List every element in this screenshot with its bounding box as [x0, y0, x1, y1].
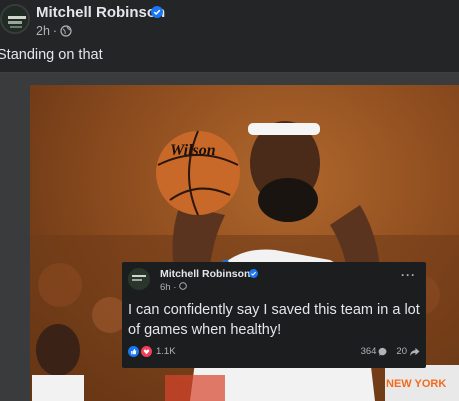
quoted-author-avatar[interactable] [128, 268, 150, 290]
meta-separator: · [173, 282, 177, 293]
post-time[interactable]: 2h [36, 24, 50, 38]
shares-stat[interactable]: 20 [396, 346, 420, 357]
engagement-stats: 364 20 [361, 346, 420, 357]
jersey-text: NEW YORK [386, 378, 446, 390]
quoted-post-time[interactable]: 6h [160, 282, 171, 293]
more-options-button[interactable]: ··· [401, 268, 416, 282]
love-reaction-icon [141, 346, 152, 357]
comments-stat[interactable]: 364 [361, 346, 389, 357]
verified-badge-icon [249, 269, 258, 278]
quoted-post-card[interactable]: Mitchell Robinson 6h · ··· I can confide… [122, 262, 426, 368]
like-reaction-icon [128, 346, 139, 357]
comment-icon [379, 347, 387, 356]
post-header: Mitchell Robinson 2h · [0, 0, 459, 42]
post-caption: Standing on that [0, 47, 103, 63]
quoted-post-meta: 6h · [160, 282, 187, 293]
reaction-count: 1.1K [156, 346, 176, 357]
quoted-post-text: I can confidently say I saved this team … [128, 302, 420, 338]
post-meta: 2h · [36, 24, 72, 38]
ball-brand-text: Wilson [170, 142, 216, 159]
author-avatar[interactable] [0, 4, 30, 34]
verified-badge-icon [151, 6, 163, 18]
share-count: 20 [396, 346, 407, 357]
public-globe-icon[interactable] [60, 25, 72, 37]
public-globe-icon[interactable] [179, 282, 187, 293]
meta-separator: · [52, 24, 58, 38]
comment-count: 364 [360, 346, 377, 357]
reactions-summary[interactable]: 1.1K [128, 346, 176, 357]
share-icon [409, 347, 420, 356]
quoted-author-name[interactable]: Mitchell Robinson [160, 268, 250, 280]
author-name[interactable]: Mitchell Robinson [36, 4, 165, 21]
